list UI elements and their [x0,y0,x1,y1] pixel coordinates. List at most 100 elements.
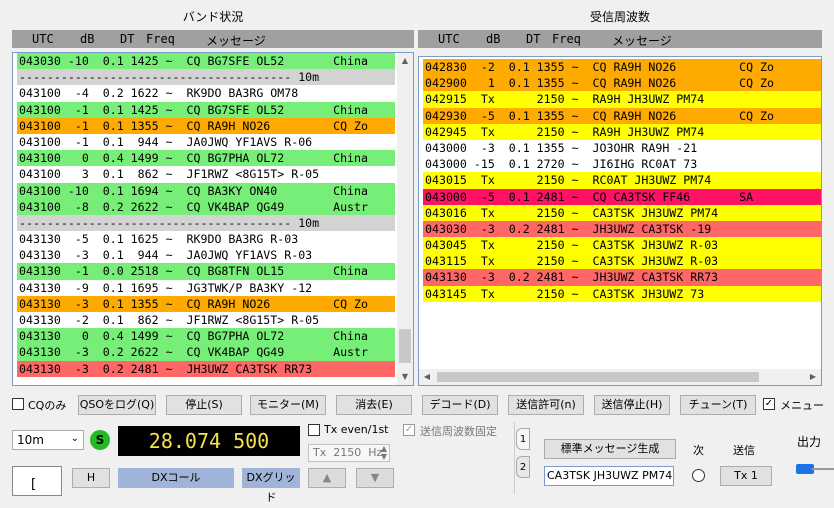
col-db: dB [486,32,501,46]
next-label: 次 [693,444,704,457]
table-row[interactable]: 043130 -2 0.1 862 ~ JF1RWZ <8G15T> R-05 [17,312,395,329]
decode-button[interactable]: デコード(D) [422,395,498,415]
spin-icon[interactable]: ▲ ▼ [381,445,387,461]
rx-frequency-header: UTC dB DT Freq メッセージ [418,30,822,48]
tx1-message-field[interactable]: CA3TSK JH3UWZ PM74 [544,466,674,486]
col-db: dB [80,32,95,46]
table-row[interactable]: 043000 -5 0.1 2481 ~ CQ CA3TSK FF46 SA [423,188,821,205]
col-dt: DT [526,32,541,46]
down-arrow-icon: ▼ [370,471,380,484]
qso-frame-icon: [ [12,466,62,496]
table-row[interactable]: 042915 Tx 2150 ~ RA9H JH3UWZ PM74 [423,91,821,108]
band-activity-list[interactable]: 043030 -10 0.1 1425 ~ CQ BG7SFE OL52 Chi… [12,52,414,386]
table-row[interactable]: --------------------------------------- … [17,214,395,232]
up-arrow-icon: ▲ [322,471,332,484]
table-row[interactable]: 043000 -15 0.1 2720 ~ JI6IHG RC0AT 73 [423,156,821,173]
rx-frequency-hscrollbar[interactable]: ◀ ▶ [419,369,821,385]
frequency-display: 28.074 500 [118,426,300,456]
tx-even-label: Tx even/1st [324,423,389,436]
hscroll-thumb[interactable] [437,372,759,382]
table-row[interactable]: 043130 -5 0.1 1625 ~ RK9DO BA3RG R-03 [17,231,395,248]
scroll-down-icon[interactable]: ▼ [397,369,413,385]
band-activity-title: バンド状況 [182,10,244,24]
monitor-button[interactable]: モニター(M) [250,395,326,415]
tx1-radio[interactable] [692,469,705,482]
table-row[interactable]: 043100 -1 0.1 1355 ~ CQ RA9H NO26 CQ Zo [17,117,395,134]
band-activity-header: UTC dB DT Freq メッセージ [12,30,414,48]
table-row[interactable]: 043100 -4 0.2 1622 ~ RK9DO BA3RG OM78 [17,85,395,102]
table-row[interactable]: 042830 -2 0.1 1355 ~ CQ RA9H NO26 CQ Zo [423,59,821,76]
rx-frequency-list[interactable]: 042830 -2 0.1 1355 ~ CQ RA9H NO26 CQ Zo 0… [418,56,822,386]
output-slider-track[interactable] [812,468,834,470]
erase-button[interactable]: 消去(E) [336,395,412,415]
table-row[interactable]: 043130 -9 0.1 1695 ~ JG3TWK/P BA3KY -12 [17,279,395,296]
table-row[interactable]: 043130 -1 0.0 2518 ~ CQ BG8TFN OL15 Chin… [17,263,395,280]
dx-grid-label: DXグリッド [242,468,300,504]
rx-frequency-rows: 042830 -2 0.1 1355 ~ CQ RA9H NO26 CQ Zo 0… [423,59,821,302]
table-row[interactable]: 043030 -3 0.2 2481 ~ JH3UWZ CA3TSK -19 [423,220,821,238]
col-utc: UTC [32,32,54,46]
table-row[interactable]: 043000 -3 0.1 1355 ~ JO3OHR RA9H -21 [423,139,821,157]
table-row[interactable]: 043100 -1 0.1 944 ~ JA0JWQ YF1AVS R-06 [17,133,395,151]
table-row[interactable]: 043130 -3 0.1 1355 ~ CQ RA9H NO26 CQ Zo [17,295,395,312]
table-row[interactable]: 043100 -1 0.1 1425 ~ CQ BG7SFE OL52 Chin… [17,101,395,118]
log-qso-button[interactable]: QSOをログ(Q) [78,395,156,415]
table-row[interactable]: 043130 0 0.4 1499 ~ CQ BG7PHA OL72 China [17,328,395,345]
output-label: 出力 [797,435,822,449]
table-row[interactable]: 043100 -8 0.2 2622 ~ CQ VK4BAP QG49 Aust… [17,198,395,215]
scroll-right-icon[interactable]: ▶ [805,369,821,385]
down-arrow-button[interactable]: ▼ [356,468,394,488]
col-freq: Freq [552,32,581,46]
table-row[interactable]: 043100 3 0.1 862 ~ JF1RWZ <8G15T> R-05 [17,166,395,183]
table-row[interactable]: 043145 Tx 2150 ~ CA3TSK JH3UWZ 73 [423,285,821,302]
col-message: メッセージ [612,34,672,48]
hold-tx-freq-label: 送信周波数固定 [420,425,497,438]
col-message: メッセージ [206,34,266,48]
halt-tx-button[interactable]: 送信停止(H) [594,395,670,415]
table-row[interactable]: 042945 Tx 2150 ~ RA9H JH3UWZ PM74 [423,123,821,140]
table-row[interactable]: 043100 0 0.4 1499 ~ CQ BG7PHA OL72 China [17,150,395,167]
menu-label: メニュー [780,399,824,412]
tab-1[interactable]: 1 [516,428,530,450]
table-row[interactable]: 043130 -3 0.2 2622 ~ CQ VK4BAP QG49 Aust… [17,344,395,361]
table-row[interactable]: 043030 -10 0.1 1425 ~ CQ BG7SFE OL52 Chi… [17,53,395,70]
band-activity-rows: 043030 -10 0.1 1425 ~ CQ BG7SFE OL52 Chi… [17,53,395,377]
stop-button[interactable]: 停止(S) [166,395,242,415]
table-row[interactable]: 043130 -3 0.2 2481 ~ JH3UWZ CA3TSK RR73 [17,360,395,377]
scroll-thumb[interactable] [399,329,411,363]
table-row[interactable]: 043045 Tx 2150 ~ CA3TSK JH3UWZ R-03 [423,237,821,254]
table-row[interactable]: 043130 -3 0.2 2481 ~ JH3UWZ CA3TSK RR73 [423,269,821,286]
table-row[interactable]: 043100 -10 0.1 1694 ~ CQ BA3KY ON40 Chin… [17,182,395,199]
table-row[interactable]: 043130 -3 0.1 944 ~ JA0JWQ YF1AVS R-03 [17,247,395,264]
col-freq: Freq [146,32,175,46]
cq-only-checkbox[interactable] [12,398,24,410]
generate-std-messages-button[interactable]: 標準メッセージ生成 [544,439,676,459]
table-row[interactable]: 042900 1 0.1 1355 ~ CQ RA9H NO26 CQ Zo [423,75,821,92]
table-row[interactable]: 042930 -5 0.1 1355 ~ CQ RA9H NO26 CQ Zo [423,107,821,124]
table-row[interactable]: 043015 Tx 2150 ~ RC0AT JH3UWZ PM74 [423,172,821,189]
menu-checkbox[interactable]: ✓ [763,398,775,410]
band-select[interactable]: 10m ⌄ [12,430,84,450]
tx-even-checkbox[interactable] [308,424,320,436]
tx1-button[interactable]: Tx 1 [720,466,772,486]
up-arrow-button[interactable]: ▲ [308,468,346,488]
h-button[interactable]: H [72,468,110,488]
band-activity-scrollbar[interactable]: ▲ ▼ [397,53,413,385]
tab-2[interactable]: 2 [516,456,530,478]
tx-frequency-value: Tx 2150 Hz [313,446,383,459]
table-row[interactable]: --------------------------------------- … [17,69,395,86]
cq-only-label: CQのみ [28,399,67,412]
tune-button[interactable]: チューン(T) [680,395,756,415]
rx-frequency-title: 受信周波数 [589,10,650,24]
table-row[interactable]: 043016 Tx 2150 ~ CA3TSK JH3UWZ PM74 [423,204,821,221]
send-label: 送信 [733,444,755,457]
table-row[interactable]: 043115 Tx 2150 ~ CA3TSK JH3UWZ R-03 [423,253,821,270]
scroll-up-icon[interactable]: ▲ [397,53,413,69]
tx-frequency-spinbox[interactable]: Tx 2150 Hz ▲ ▼ [308,444,390,462]
enable-tx-button[interactable]: 送信許可(n) [508,395,584,415]
col-dt: DT [120,32,135,46]
s-meter-indicator: S [90,430,110,450]
col-utc: UTC [438,32,460,46]
hold-tx-freq-checkbox[interactable]: ✓ [403,424,415,436]
scroll-left-icon[interactable]: ◀ [419,369,435,385]
